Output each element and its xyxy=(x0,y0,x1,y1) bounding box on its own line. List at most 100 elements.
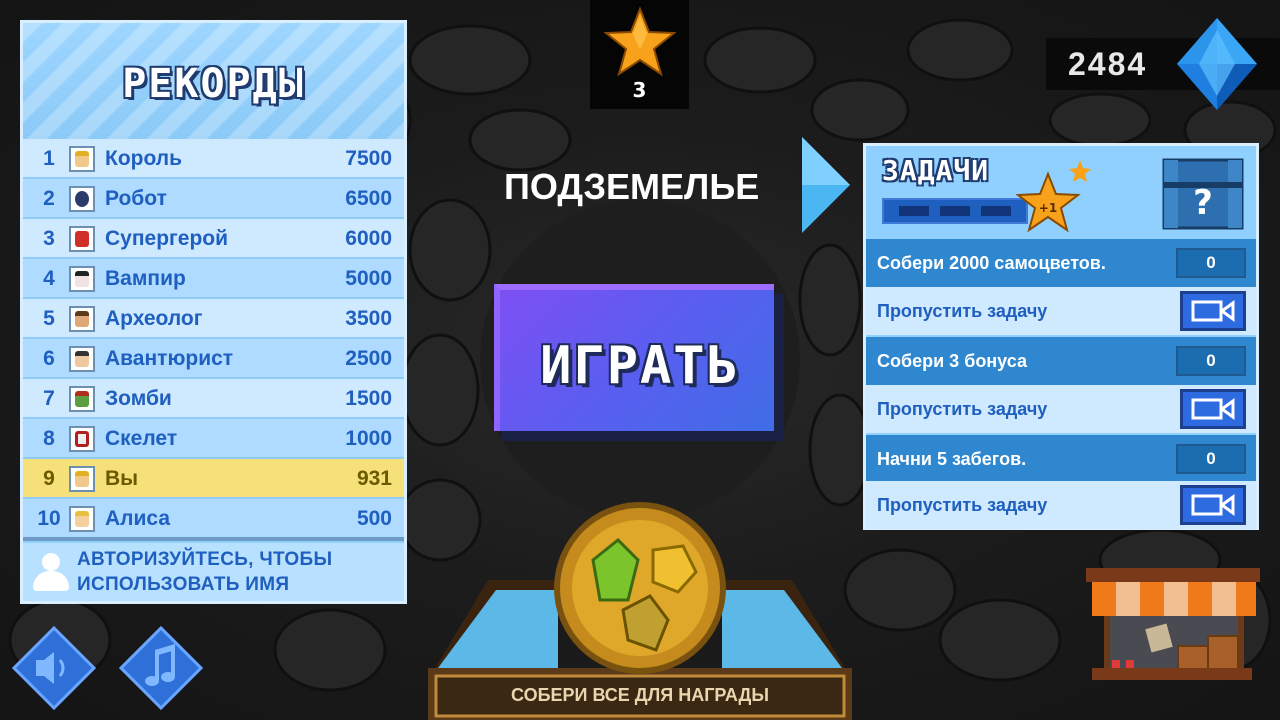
player-score: 5000 xyxy=(345,267,392,290)
rank: 1 xyxy=(43,147,55,170)
player-name: Вампир xyxy=(105,267,186,290)
player-score: 6000 xyxy=(345,227,392,250)
bonus-star-label: +1 xyxy=(1039,201,1057,215)
sign-in-text: АВТОРИЗУЙТЕСЬ, ЧТОБЫ ИСПОЛЬЗОВАТЬ ИМЯ xyxy=(77,547,332,597)
task-progress-count: 0 xyxy=(1176,444,1246,474)
player-name: Алиса xyxy=(105,507,171,530)
rank: 6 xyxy=(43,347,55,370)
avatar xyxy=(69,426,95,452)
avatar xyxy=(69,346,95,372)
player-name: Зомби xyxy=(105,387,172,410)
player-name: Король xyxy=(105,147,183,170)
avatar xyxy=(69,186,95,212)
play-button[interactable]: ИГРАТЬ xyxy=(494,284,784,441)
task-skip-row[interactable]: Пропустить задачу xyxy=(866,287,1256,335)
player-score: 3500 xyxy=(345,307,392,330)
player-name: Вы xyxy=(105,467,139,490)
sign-in-prompt[interactable]: АВТОРИЗУЙТЕСЬ, ЧТОБЫ ИСПОЛЬЗОВАТЬ ИМЯ xyxy=(23,543,404,601)
collect-reward-banner[interactable]: СОБЕРИ ВСЕ ДЛЯ НАГРАДЫ xyxy=(428,500,852,720)
video-camera-icon xyxy=(1191,300,1235,322)
player-score: 500 xyxy=(356,507,392,530)
chest-icon[interactable]: ? xyxy=(1160,156,1246,232)
video-camera-icon xyxy=(1191,494,1235,516)
task-skip-text: Пропустить задачу xyxy=(877,398,1048,419)
leaderboard-row: 3 Супергерой 6000 xyxy=(23,219,404,259)
player-score: 1000 xyxy=(345,427,392,450)
player-name: Робот xyxy=(105,187,167,210)
task-goal-row: Собери 3 бонуса 0 xyxy=(866,337,1256,385)
player-score: 931 xyxy=(356,467,392,490)
player-score: 2500 xyxy=(345,347,392,370)
leaderboard-row: 1 Король 7500 xyxy=(23,139,404,179)
task-skip-text: Пропустить задачу xyxy=(877,494,1048,515)
player-name: Авантюрист xyxy=(105,347,234,370)
task-goal-text: Собери 3 бонуса xyxy=(877,350,1027,371)
sound-toggle-button[interactable] xyxy=(12,626,96,710)
arrow-right-icon[interactable] xyxy=(800,135,852,235)
blue-gem-icon xyxy=(1177,18,1257,110)
player-name: Супергерой xyxy=(105,227,229,250)
location-label: ПОДЗЕМЕЛЬЕ xyxy=(504,166,760,207)
task-skip-row[interactable]: Пропустить задачу xyxy=(866,481,1256,529)
rank: 4 xyxy=(43,267,55,290)
rank: 2 xyxy=(43,187,55,210)
avatar xyxy=(69,266,95,292)
tasks-title: ЗАДАЧИ xyxy=(882,154,990,187)
watch-video-button[interactable] xyxy=(1180,389,1246,429)
leaderboard-row: 4 Вампир 5000 xyxy=(23,259,404,299)
avatar xyxy=(69,386,95,412)
rank: 3 xyxy=(43,227,55,250)
star-icon xyxy=(604,6,676,77)
player-score: 1500 xyxy=(345,387,392,410)
tasks-panel: ЗАДАЧИ +1 ? Собери 2000 самоцветов. 0 Пр… xyxy=(863,143,1259,530)
leaderboard-title: РЕКОРДЫ xyxy=(122,61,305,107)
sign-in-text-line2: ИСПОЛЬЗОВАТЬ ИМЯ xyxy=(77,574,290,595)
video-camera-icon xyxy=(1191,398,1235,420)
user-silhouette-icon xyxy=(31,549,71,595)
task-skip-row[interactable]: Пропустить задачу xyxy=(866,385,1256,433)
rank: 9 xyxy=(43,467,55,490)
leaderboard-row: 10 Алиса 500 xyxy=(23,499,404,539)
rank: 7 xyxy=(43,387,55,410)
chest-symbol: ? xyxy=(1193,183,1213,223)
task-progress-count: 0 xyxy=(1176,346,1246,376)
star-count: 3 xyxy=(632,78,647,102)
play-button-label: ИГРАТЬ xyxy=(540,336,740,396)
bonus-star-icon: +1 xyxy=(1016,160,1091,233)
tasks-progress-bar xyxy=(882,198,1028,224)
reward-label: СОБЕРИ ВСЕ ДЛЯ НАГРАДЫ xyxy=(511,685,769,705)
avatar xyxy=(69,146,95,172)
leaderboard-row: 5 Археолог 3500 xyxy=(23,299,404,339)
avatar xyxy=(69,306,95,332)
leaderboard-header: РЕКОРДЫ xyxy=(23,23,404,139)
rank: 5 xyxy=(43,307,55,330)
player-score: 6500 xyxy=(345,187,392,210)
avatar xyxy=(69,226,95,252)
shop-stall-icon[interactable] xyxy=(1082,560,1264,690)
avatar xyxy=(69,506,95,532)
rank: 8 xyxy=(43,427,55,450)
player-name: Археолог xyxy=(105,307,203,330)
task-goal-row: Собери 2000 самоцветов. 0 xyxy=(866,239,1256,287)
leaderboard-row: 2 Робот 6500 xyxy=(23,179,404,219)
task-skip-text: Пропустить задачу xyxy=(877,300,1048,321)
leaderboard-row: 7 Зомби 1500 xyxy=(23,379,404,419)
player-name: Скелет xyxy=(105,427,178,450)
play-button-face: ИГРАТЬ xyxy=(494,284,774,431)
music-toggle-button[interactable] xyxy=(119,626,203,710)
sign-in-text-line1: АВТОРИЗУЙТЕСЬ, ЧТОБЫ xyxy=(77,549,333,570)
star-counter: 3 xyxy=(590,0,689,109)
leaderboard-row: 8 Скелет 1000 xyxy=(23,419,404,459)
leaderboard-panel: РЕКОРДЫ 1 Король 7500 2 Робот 6500 3 Суп… xyxy=(20,20,407,604)
leaderboard-row: 6 Авантюрист 2500 xyxy=(23,339,404,379)
task-goal-text: Собери 2000 самоцветов. xyxy=(877,252,1106,273)
task-goal-text: Начни 5 забегов. xyxy=(877,448,1027,469)
task-goal-row: Начни 5 забегов. 0 xyxy=(866,435,1256,483)
rank: 10 xyxy=(37,507,61,530)
leaderboard-list: 1 Король 7500 2 Робот 6500 3 Супергерой … xyxy=(23,139,404,539)
task-progress-count: 0 xyxy=(1176,248,1246,278)
watch-video-button[interactable] xyxy=(1180,485,1246,525)
divider xyxy=(23,537,404,541)
watch-video-button[interactable] xyxy=(1180,291,1246,331)
gem-count: 2484 xyxy=(1068,46,1148,82)
